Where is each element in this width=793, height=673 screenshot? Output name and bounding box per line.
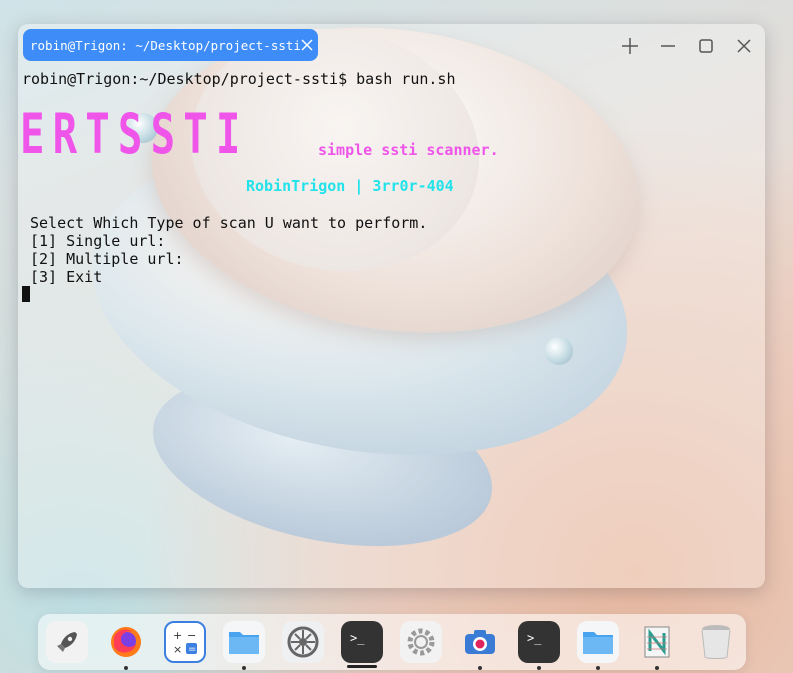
- running-indicator: [537, 666, 541, 670]
- menu-prompt: Select Which Type of scan U want to perf…: [30, 214, 428, 232]
- menu-option: [1] Single url:: [30, 232, 166, 250]
- terminal-cursor: [22, 286, 30, 302]
- menu-option: [3] Exit: [30, 268, 103, 286]
- menu-option: [2] Multiple url:: [30, 250, 184, 268]
- active-indicator: [347, 665, 377, 668]
- tab-close-icon[interactable]: [301, 33, 313, 57]
- running-indicator: [124, 666, 128, 670]
- command-line: robin@Trigon:~/Desktop/project-ssti$ bas…: [22, 70, 456, 88]
- terminal-icon[interactable]: >_: [341, 621, 383, 663]
- svg-text:−: −: [187, 629, 196, 642]
- notes-app-icon[interactable]: [636, 621, 678, 663]
- terminal-icon[interactable]: >_: [518, 621, 560, 663]
- launcher-rocket-icon[interactable]: [46, 621, 88, 663]
- svg-text:+: +: [173, 629, 182, 642]
- running-indicator: [655, 666, 659, 670]
- tab-title: robin@Trigon: ~/Desktop/project-ssti: [30, 37, 301, 53]
- settings-gear-icon[interactable]: [400, 621, 442, 663]
- files-folder-icon[interactable]: [223, 621, 265, 663]
- window-titlebar[interactable]: robin@Trigon: ~/Desktop/project-ssti: [18, 24, 765, 66]
- running-indicator: [478, 666, 482, 670]
- running-indicator: [596, 666, 600, 670]
- files-folder-icon[interactable]: [577, 621, 619, 663]
- firefox-icon[interactable]: [105, 621, 147, 663]
- terminal-output[interactable]: robin@Trigon:~/Desktop/project-ssti$ bas…: [20, 68, 765, 588]
- terminal-window[interactable]: robin@Trigon: ~/Desktop/project-ssti rob…: [18, 24, 765, 588]
- dock: + − × = >_ >_: [38, 614, 746, 670]
- svg-text:>_: >_: [350, 631, 365, 645]
- new-tab-icon[interactable]: [618, 34, 642, 58]
- camera-icon[interactable]: [459, 621, 501, 663]
- system-settings-icon[interactable]: [282, 621, 324, 663]
- maximize-icon[interactable]: [694, 34, 718, 58]
- svg-text:×: ×: [173, 643, 182, 656]
- close-window-icon[interactable]: [732, 34, 756, 58]
- running-indicator: [242, 666, 246, 670]
- minimize-icon[interactable]: [656, 34, 680, 58]
- terminal-tab[interactable]: robin@Trigon: ~/Desktop/project-ssti: [23, 29, 318, 61]
- trash-icon[interactable]: [695, 621, 737, 663]
- svg-text:=: =: [188, 644, 196, 655]
- ascii-banner: ERTSSTI: [20, 102, 249, 166]
- calculator-icon[interactable]: + − × =: [164, 621, 206, 663]
- banner-tagline: simple ssti scanner.: [318, 141, 499, 159]
- svg-text:>_: >_: [527, 631, 542, 645]
- banner-author: RobinTrigon | 3rr0r-404: [246, 177, 454, 195]
